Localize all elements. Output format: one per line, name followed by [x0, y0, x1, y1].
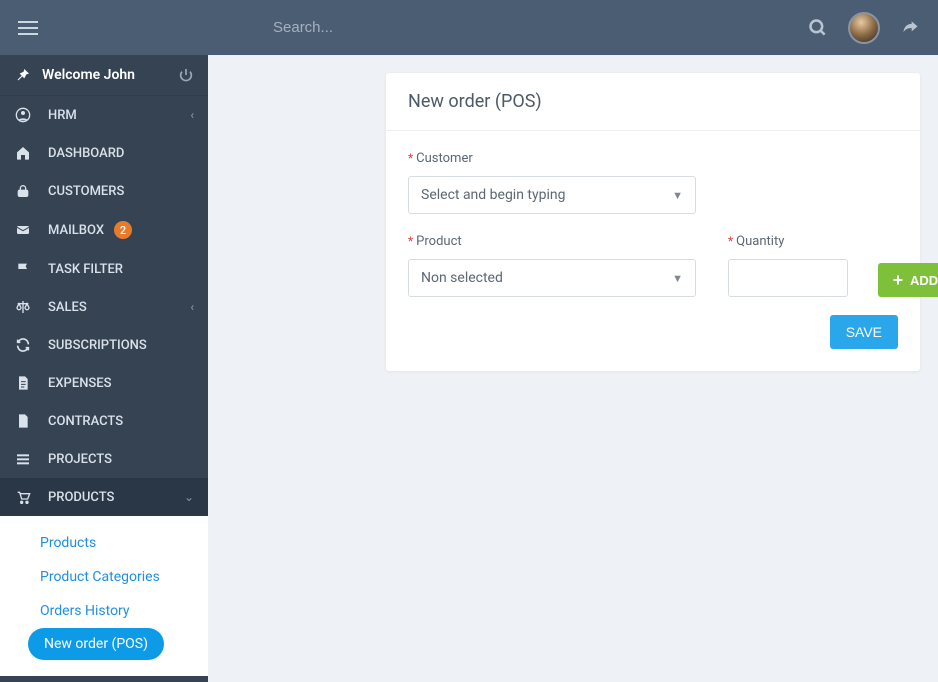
home-icon — [14, 145, 32, 161]
page-title: New order (POS) — [386, 73, 920, 131]
sidebar-item-label: PROJECTS — [48, 452, 112, 467]
subnav-product-categories[interactable]: Product Categories — [0, 560, 208, 594]
list-icon — [14, 451, 32, 467]
sidebar-item-label: SUBSCRIPTIONS — [48, 338, 147, 353]
customer-select[interactable]: Select and begin typing ▼ — [408, 176, 696, 214]
sidebar-item-task-filter[interactable]: TASK FILTER — [0, 250, 208, 288]
file-icon — [14, 413, 32, 429]
cart-icon — [14, 489, 32, 505]
sidebar-item-mailbox[interactable]: MAILBOX 2 — [0, 210, 208, 250]
power-icon[interactable] — [178, 67, 194, 83]
sidebar-item-sales[interactable]: SALES ‹ — [0, 288, 208, 326]
sidebar-item-label: MAILBOX — [48, 223, 104, 238]
required-mark: * — [408, 151, 413, 165]
required-mark: * — [728, 234, 733, 248]
mail-icon — [14, 222, 32, 238]
sidebar-item-label: CONTRACTS — [48, 414, 123, 429]
sidebar-item-expenses[interactable]: EXPENSES — [0, 364, 208, 402]
sidebar-item-customers[interactable]: CUSTOMERS — [0, 172, 208, 210]
product-selected-value: Non selected — [421, 270, 503, 286]
caret-down-icon: ▼ — [672, 272, 683, 285]
card-new-order: New order (POS) *Customer Select and beg… — [386, 73, 920, 371]
sidebar-item-dashboard[interactable]: DASHBOARD — [0, 134, 208, 172]
sidebar-item-label: DASHBOARD — [48, 146, 124, 161]
search-wrap — [38, 19, 808, 36]
sidebar-item-label: CUSTOMERS — [48, 184, 124, 199]
sidebar-item-products[interactable]: PRODUCTS ⌄ — [0, 478, 208, 516]
search-input[interactable] — [273, 19, 573, 36]
save-button[interactable]: SAVE — [830, 315, 898, 349]
sidebar-item-subscriptions[interactable]: SUBSCRIPTIONS — [0, 326, 208, 364]
products-subnav: Products Product Categories Orders Histo… — [0, 516, 208, 676]
chevron-down-icon: ⌄ — [184, 490, 194, 504]
caret-down-icon: ▼ — [672, 189, 683, 202]
quantity-label: *Quantity — [728, 234, 848, 249]
user-circle-icon — [14, 107, 32, 123]
scales-icon — [14, 299, 32, 315]
product-select[interactable]: Non selected ▼ — [408, 259, 696, 297]
welcome-text: Welcome John — [42, 67, 135, 83]
sidebar-item-projects[interactable]: PROJECTS — [0, 440, 208, 478]
mailbox-badge: 2 — [114, 221, 132, 239]
share-icon[interactable] — [900, 18, 920, 38]
product-label: *Product — [408, 234, 696, 249]
customer-selected-value: Select and begin typing — [421, 187, 565, 203]
flag-icon — [14, 261, 32, 277]
subnav-orders-history[interactable]: Orders History — [0, 594, 208, 628]
avatar[interactable] — [848, 12, 880, 44]
sidebar-item-label: PRODUCTS — [48, 490, 114, 505]
subnav-new-order-pos[interactable]: New order (POS) — [28, 628, 164, 660]
required-mark: * — [408, 234, 413, 248]
sidebar-item-contracts[interactable]: CONTRACTS — [0, 402, 208, 440]
pin-icon — [14, 67, 32, 83]
chevron-left-icon: ‹ — [190, 300, 194, 314]
sidebar-item-label: EXPENSES — [48, 376, 112, 391]
sidebar-item-label: TASK FILTER — [48, 262, 123, 277]
main-content: New order (POS) *Customer Select and beg… — [208, 55, 938, 682]
menu-toggle-button[interactable] — [18, 21, 38, 35]
customer-label: *Customer — [408, 151, 898, 166]
sidebar: Welcome John HRM ‹ DASHBOARD CUSTOMERS — [0, 55, 208, 682]
sidebar-item-label: HRM — [48, 108, 77, 123]
chevron-left-icon: ‹ — [190, 108, 194, 122]
plus-icon — [892, 274, 904, 286]
refresh-icon — [14, 337, 32, 353]
sidebar-item-label: SALES — [48, 300, 87, 315]
search-icon[interactable] — [808, 18, 828, 38]
quantity-input[interactable] — [728, 259, 848, 297]
lock-icon — [14, 183, 32, 199]
subnav-products[interactable]: Products — [0, 526, 208, 560]
add-button[interactable]: ADD — [878, 263, 938, 297]
document-icon — [14, 375, 32, 391]
sidebar-item-hrm[interactable]: HRM ‹ — [0, 96, 208, 134]
